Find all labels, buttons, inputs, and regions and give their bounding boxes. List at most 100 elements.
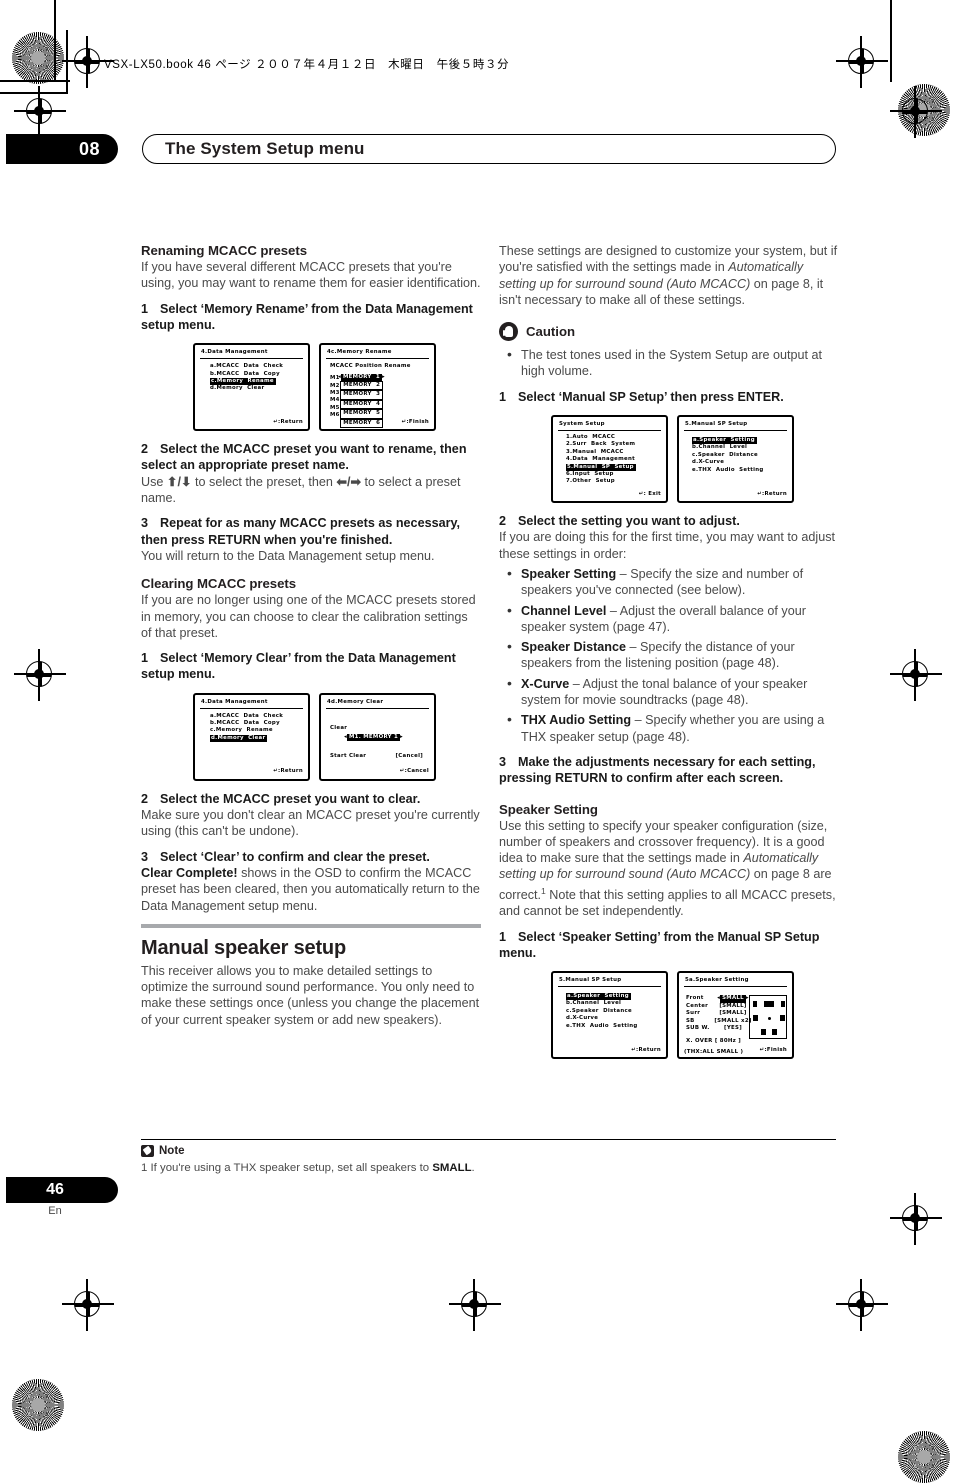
step2-body-b: to select the preset, then bbox=[191, 474, 337, 489]
osd-speaker-value-surr-row: [SMALL] bbox=[719, 1010, 747, 1017]
osd-screen-speaker-setting: 5a.Speaker Setting Front Center Surr SB … bbox=[677, 971, 794, 1060]
osd-item-text: d.Memory Clear bbox=[210, 734, 268, 743]
osd-start-clear-label: Start Clear bbox=[330, 753, 367, 760]
osd-footer-text: :Return bbox=[278, 418, 303, 425]
crop-line-top-right-v bbox=[890, 0, 892, 82]
osd-menu-item: a.MCACC Data Check bbox=[210, 363, 303, 370]
osd-xover-bracket-close: ] bbox=[736, 1038, 742, 1045]
right-column: These settings are designed to customize… bbox=[499, 243, 839, 1069]
pencil-note-icon bbox=[141, 1145, 154, 1157]
osd-title: 5a.Speaker Setting bbox=[684, 977, 787, 987]
osd-clear-value-row: ◂ M1. MEMORY 1 ▸ bbox=[344, 734, 404, 742]
osd-menu-item: b.MCACC Data Copy bbox=[210, 371, 303, 378]
bullet-speaker-distance: Speaker Distance – Specify the distance … bbox=[505, 638, 839, 672]
starburst-mark-bottom-left bbox=[12, 1379, 64, 1431]
speaker-front-left-icon bbox=[753, 1001, 757, 1008]
osd-menu-item-selected: d.Memory Clear bbox=[210, 734, 303, 743]
chapter-number-badge: 08 bbox=[6, 134, 118, 164]
manual-sp-step-1: 1 Select ‘Manual SP Setup’ then press ENT… bbox=[499, 389, 839, 405]
starburst-mark-top-left bbox=[12, 32, 64, 84]
osd-thx-line: (THX:ALL SMALL ) bbox=[684, 1049, 744, 1056]
osd-footer-hint: ↵:Return bbox=[757, 491, 787, 498]
osd-speaker-value-subw: YES bbox=[726, 1025, 740, 1032]
bullet-term: THX Audio Setting bbox=[521, 713, 632, 728]
step-number: 2 bbox=[141, 791, 149, 806]
osd-footer-text: :Finish bbox=[406, 418, 429, 425]
osd-menu-item: b.Channel Level bbox=[692, 444, 787, 451]
step-text: Select the setting you want to adjust. bbox=[518, 514, 740, 529]
listening-position-icon bbox=[768, 1017, 771, 1021]
osd-speaker-label-front: Front bbox=[686, 995, 704, 1002]
osd-memory-row: MEMORY 4 bbox=[338, 399, 429, 410]
bullet-channel-level: Channel Level – Adjust the overall balan… bbox=[505, 602, 839, 636]
bullet-term: Channel Level bbox=[521, 603, 607, 618]
osd-footer-hint: ↵:Return bbox=[273, 419, 303, 426]
caution-hand-icon bbox=[499, 322, 518, 342]
spk-body-c: Note that this setting applies to all MC… bbox=[499, 887, 836, 919]
manual-speaker-setup-body: This receiver allows you to make detaile… bbox=[141, 963, 480, 1027]
osd-item-text: b.MCACC Data Copy bbox=[210, 370, 280, 377]
osd-speaker-value-surr: SMALL bbox=[722, 1010, 744, 1017]
bullet-x-curve: X-Curve – Adjust the tonal balance of yo… bbox=[505, 675, 839, 709]
osd-menu-item: d.X-Curve bbox=[692, 459, 787, 466]
osd-footer-hint: ↵:Cancel bbox=[400, 768, 429, 775]
caution-bullet-item: The test tones used in the System Setup … bbox=[505, 346, 839, 380]
osd-speaker-value-subw-row: [YES] bbox=[724, 1025, 742, 1032]
osd-item-text: a.Speaker Setting bbox=[566, 993, 631, 1001]
osd-item-text: d.Memory Clear bbox=[210, 385, 265, 392]
osd-menu-item: b.Channel Level bbox=[566, 1000, 661, 1007]
osd-item-text: 5.Manual SP Setup bbox=[566, 463, 636, 472]
osd-memory-labels: M1 M2 M3 M4 M5 M6 bbox=[330, 375, 340, 419]
osd-menu-item: c.Memory Rename bbox=[210, 727, 303, 734]
step-number: 3 bbox=[141, 849, 149, 864]
osd-start-clear-value: [Cancel] bbox=[395, 753, 423, 760]
note-text-bold: SMALL bbox=[432, 1162, 472, 1174]
osd-screen-data-management-1: 4.Data Management a.MCACC Data Check b.M… bbox=[193, 343, 310, 432]
osd-menu-item: 2.Surr Back System bbox=[566, 441, 661, 448]
osd-item-text: c.Memory Rename bbox=[210, 727, 273, 734]
osd-figure-pair-memory-clear: 4.Data Management a.MCACC Data Check b.M… bbox=[193, 692, 481, 781]
osd-start-clear-row: Start Clear [Cancel] bbox=[326, 741, 429, 760]
bullet-term: Speaker Setting bbox=[521, 566, 617, 581]
osd-item-text: 1.Auto MCACC bbox=[566, 433, 616, 440]
osd-footer-text: :Finish bbox=[764, 1046, 787, 1053]
registration-mark-bottom-left bbox=[62, 1279, 114, 1331]
osd-memory-row: MEMORY 5 bbox=[338, 409, 429, 419]
osd-memory-row: MEMORY 2 bbox=[338, 380, 429, 391]
step-number: 1 bbox=[141, 301, 149, 316]
osd-item-text: b.Channel Level bbox=[566, 1000, 622, 1007]
caution-list: The test tones used in the System Setup … bbox=[499, 346, 839, 380]
osd-footer-text: :Return bbox=[636, 1046, 661, 1053]
osd-item-text: d.X-Curve bbox=[692, 459, 725, 466]
registration-mark-left-upper bbox=[14, 86, 66, 138]
osd-menu-item: 7.Other Setup bbox=[566, 478, 661, 485]
step-number: 2 bbox=[141, 442, 149, 457]
osd-memory-value: MEMORY 3 bbox=[340, 390, 384, 400]
renaming-step-2: 2 Select the MCACC preset you want to ren… bbox=[141, 441, 481, 474]
clearing-step-3-body: Clear Complete! shows in the OSD to conf… bbox=[141, 865, 481, 914]
osd-item-text: 3.Manual MCACC bbox=[566, 448, 624, 455]
osd-xover-row: X. OVER [ 80Hz ] bbox=[686, 1038, 741, 1045]
step-number: 3 bbox=[141, 516, 149, 531]
osd-menu-item: c.Speaker Distance bbox=[692, 452, 787, 459]
osd-menu-item: c.Speaker Distance bbox=[566, 1008, 661, 1015]
osd-memory-label: M5 bbox=[330, 404, 340, 411]
osd-menu-item: 6.Input Setup bbox=[566, 471, 661, 478]
osd-title: 4.Data Management bbox=[200, 349, 303, 360]
osd-memory-label: M6 bbox=[330, 412, 340, 419]
osd-speaker-value-center: SMALL bbox=[722, 1002, 744, 1009]
osd-memory-label: M1 bbox=[330, 375, 340, 382]
osd-title: 5.Manual SP Setup bbox=[558, 977, 661, 987]
renaming-step-2-body: Use ⬆/⬇ to select the preset, then ⬅/➡ t… bbox=[141, 474, 481, 507]
osd-menu-item: a.MCACC Data Check bbox=[210, 713, 303, 720]
heading-manual-speaker-setup: Manual speaker setup bbox=[141, 936, 346, 959]
osd-screen-data-management-2: 4.Data Management a.MCACC Data Check b.M… bbox=[193, 692, 310, 781]
step-number: 1 bbox=[141, 651, 149, 666]
osd-item-text: a.MCACC Data Check bbox=[210, 712, 284, 719]
registration-mark-bottom-right bbox=[836, 1279, 888, 1331]
page-language-code: En bbox=[48, 1205, 62, 1217]
osd-title: 4d.Memory Clear bbox=[326, 699, 429, 709]
osd-figure-pair-system-setup: System Setup 1.Auto MCACC 2.Surr Back Sy… bbox=[551, 415, 839, 504]
registration-mark-top-left bbox=[62, 36, 114, 88]
step-text: Select ‘Clear’ to confirm and clear the … bbox=[160, 849, 430, 864]
